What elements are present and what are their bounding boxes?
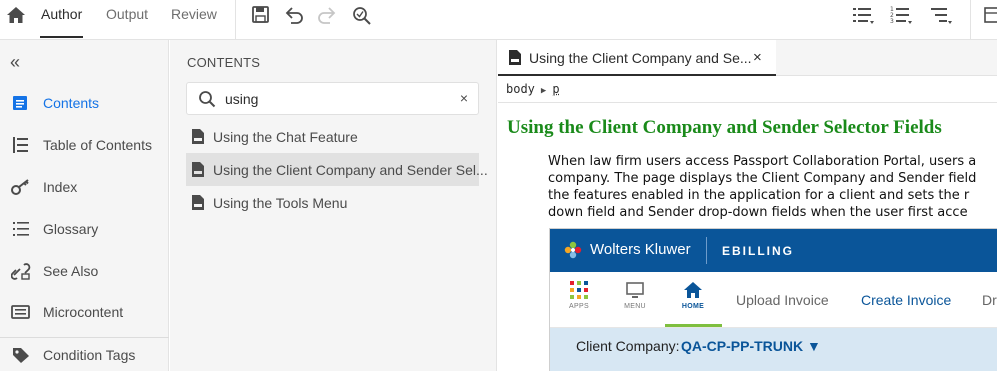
glossary-icon <box>11 220 31 238</box>
home-icon <box>683 280 703 300</box>
file-item-tools-menu[interactable]: Using the Tools Menu <box>186 186 479 219</box>
wk-home-label: HOME <box>676 303 710 310</box>
key-icon <box>11 178 31 196</box>
embedded-screenshot[interactable]: Wolters Kluwer EBILLING APPS MENU HOME U… <box>549 228 997 371</box>
tag-icon <box>11 346 31 364</box>
paragraph-line: down field and Sender drop-down fields w… <box>548 204 997 221</box>
wk-header-bar: Wolters Kluwer EBILLING <box>550 229 997 272</box>
apps-grid-icon <box>569 280 589 300</box>
table-icon[interactable] <box>984 5 997 25</box>
clear-search-icon[interactable]: × <box>460 90 468 106</box>
wk-apps-item: APPS <box>562 280 596 310</box>
top-toolbar: Author Output Review 1 2 3 <box>0 0 997 40</box>
rail-item-table-of-contents[interactable]: Table of Contents <box>0 130 169 160</box>
wk-brand: Wolters Kluwer <box>590 241 691 258</box>
file-icon <box>191 161 205 178</box>
file-icon <box>508 49 522 66</box>
file-item-client-company[interactable]: Using the Client Company and Sender Sel.… <box>186 153 479 186</box>
search-box[interactable]: × <box>186 82 479 115</box>
tab-output[interactable]: Output <box>106 6 148 36</box>
wk-upload-invoice-link: Upload Invoice <box>736 292 829 308</box>
element-breadcrumb: body ▶ p <box>506 82 560 96</box>
rail-item-index[interactable]: Index <box>0 172 169 202</box>
find-replace-icon[interactable] <box>350 5 372 25</box>
numbered-list-icon[interactable]: 1 2 3 <box>890 5 912 25</box>
contents-icon <box>11 94 31 112</box>
file-item-chat-feature[interactable]: Using the Chat Feature <box>186 120 479 153</box>
rail-item-contents[interactable]: Contents <box>0 88 169 118</box>
search-icon <box>198 90 216 108</box>
close-tab-icon[interactable]: × <box>753 49 762 66</box>
rail-item-glossary[interactable]: Glossary <box>0 214 169 244</box>
breadcrumb-body[interactable]: body <box>506 82 535 96</box>
editor-pane: Using the Client Company and Se... × bod… <box>498 40 997 371</box>
wk-product: EBILLING <box>722 244 794 258</box>
file-item-label: Using the Tools Menu <box>213 195 347 211</box>
wk-header-divider <box>706 237 707 264</box>
wk-truncated-link: Dr <box>982 292 997 308</box>
rail-item-label: Contents <box>43 95 99 111</box>
wk-home-underline <box>665 324 722 327</box>
wk-client-label: Client Company: <box>576 338 680 354</box>
monitor-icon <box>625 280 645 300</box>
wk-apps-label: APPS <box>562 303 596 310</box>
tab-review[interactable]: Review <box>171 6 217 36</box>
rail-item-label: Condition Tags <box>43 347 135 363</box>
rail-item-condition-tags[interactable]: Condition Tags <box>0 340 169 370</box>
rail-item-see-also[interactable]: See Also <box>0 256 169 286</box>
topic-heading[interactable]: Using the Client Company and Sender Sele… <box>507 117 942 139</box>
breadcrumb-p[interactable]: p <box>552 82 559 96</box>
collapse-panel-icon[interactable]: « <box>10 52 16 73</box>
file-item-label: Using the Chat Feature <box>213 129 358 145</box>
rail-item-microcontent[interactable]: Microcontent <box>0 297 169 327</box>
contents-panel: CONTENTS × Using the Chat Feature Using … <box>170 40 497 371</box>
paragraph-line: the features enabled in the application … <box>548 187 997 204</box>
wk-client-value: QA-CP-PP-TRUNK ▼ <box>681 338 821 354</box>
wk-create-invoice-link: Create Invoice <box>861 292 951 308</box>
wk-home-item: HOME <box>676 280 710 298</box>
wk-client-company-bar: Client Company: QA-CP-PP-TRUNK ▼ <box>550 328 997 371</box>
svg-text:3: 3 <box>890 18 894 25</box>
wk-menu-label: MENU <box>618 303 652 310</box>
rail-divider <box>0 337 169 338</box>
toc-icon <box>11 136 31 154</box>
document-tab-label: Using the Client Company and Se... <box>529 50 752 66</box>
toolbar-divider <box>235 0 236 40</box>
panel-title: CONTENTS <box>187 55 260 70</box>
file-icon <box>191 194 205 211</box>
search-input[interactable] <box>225 89 445 109</box>
rail-item-label: Microcontent <box>43 304 123 320</box>
bulleted-list-icon[interactable] <box>852 5 874 25</box>
wolters-kluwer-logo-icon <box>563 240 583 260</box>
tab-author[interactable]: Author <box>41 6 82 36</box>
breadcrumb-arrow-icon: ▶ <box>541 86 546 96</box>
undo-icon[interactable] <box>283 5 305 25</box>
topic-paragraph[interactable]: When law firm users access Passport Coll… <box>548 153 997 221</box>
rail-item-label: Glossary <box>43 221 98 237</box>
home-icon[interactable] <box>6 6 26 24</box>
paragraph-line: company. The page displays the Client Co… <box>548 170 997 187</box>
breadcrumb-divider <box>498 102 997 103</box>
rail-item-label: Index <box>43 179 77 195</box>
toolbar-divider-right <box>970 0 971 40</box>
rail-item-label: Table of Contents <box>43 137 152 153</box>
rail-item-label: See Also <box>43 263 98 279</box>
wk-nav-bar: APPS MENU HOME Upload Invoice Create Inv… <box>550 272 997 328</box>
file-icon <box>191 128 205 145</box>
wk-menu-item: MENU <box>618 280 652 310</box>
left-rail: « Contents Table of Contents Index Gloss… <box>0 40 169 371</box>
link-icon <box>11 262 31 280</box>
save-icon[interactable] <box>250 5 272 25</box>
paragraph-line: When law firm users access Passport Coll… <box>548 153 997 170</box>
redo-icon[interactable] <box>316 5 338 25</box>
document-tab-bar: Using the Client Company and Se... × <box>498 40 997 76</box>
document-tab[interactable]: Using the Client Company and Se... × <box>498 40 776 76</box>
file-item-label: Using the Client Company and Sender Sel.… <box>213 162 488 178</box>
multilevel-list-icon[interactable] <box>930 5 952 25</box>
microcontent-icon <box>11 303 31 321</box>
